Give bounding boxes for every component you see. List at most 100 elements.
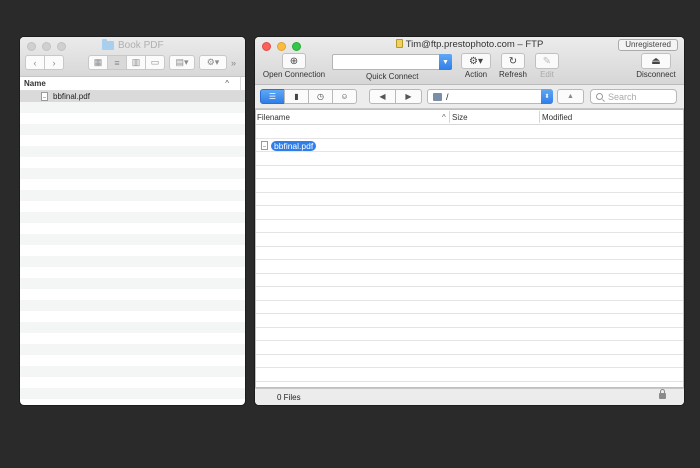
gallery-view-button[interactable]: ▭ bbox=[145, 55, 165, 70]
empty-row bbox=[256, 301, 683, 314]
refresh-button[interactable]: ↻ Refresh bbox=[497, 53, 529, 79]
list-item[interactable]: bbfinal.pdf bbox=[20, 91, 245, 102]
zoom-button[interactable] bbox=[57, 42, 66, 51]
clock-icon: ◷ bbox=[317, 92, 324, 101]
back-button[interactable]: ◀ bbox=[369, 89, 396, 104]
size-column-header[interactable]: Size bbox=[452, 113, 468, 122]
pdf-file-icon bbox=[41, 92, 48, 101]
disconnect-button[interactable]: ⏏ Disconnect bbox=[632, 53, 680, 79]
empty-row bbox=[20, 355, 245, 366]
parent-directory-button[interactable]: ▲ bbox=[557, 89, 584, 104]
empty-row bbox=[256, 179, 683, 193]
file-count: 0 Files bbox=[277, 393, 301, 402]
browser-button[interactable]: ☰ bbox=[260, 89, 285, 104]
history-button[interactable]: ◷ bbox=[308, 89, 333, 104]
document-icon bbox=[395, 39, 403, 48]
finder-file-list: bbfinal.pdf bbox=[20, 91, 245, 399]
open-connection-label: Open Connection bbox=[262, 70, 326, 79]
search-icon bbox=[596, 93, 603, 100]
remote-file-list[interactable]: Filename ^ Size Modified bbfinal.pdf bbox=[255, 109, 684, 388]
empty-row bbox=[256, 220, 683, 233]
quick-connect-field[interactable]: ▼ bbox=[332, 54, 452, 70]
search-input[interactable]: Search bbox=[590, 89, 677, 104]
action-button[interactable]: ⚙▾ Action bbox=[460, 53, 492, 79]
empty-row bbox=[256, 368, 683, 382]
bonjour-icon: ☺ bbox=[340, 92, 349, 101]
columns-icon: ▥ bbox=[131, 57, 141, 67]
filename-column-header[interactable]: Filename bbox=[257, 113, 290, 122]
empty-row bbox=[20, 322, 245, 333]
icon-view-button[interactable]: ▦ bbox=[88, 55, 108, 70]
lock-icon[interactable] bbox=[659, 389, 666, 399]
pencil-icon: ✎ bbox=[535, 53, 559, 69]
book-icon: ▮ bbox=[294, 92, 299, 101]
empty-row bbox=[256, 206, 683, 220]
empty-row bbox=[20, 245, 245, 256]
finder-title: Book PDF bbox=[102, 39, 164, 51]
chevron-left-icon: ‹ bbox=[33, 57, 37, 68]
date-column-header[interactable] bbox=[240, 77, 245, 91]
triangle-right-icon: ▶ bbox=[405, 92, 412, 101]
refresh-label: Refresh bbox=[498, 70, 527, 79]
bonjour-button[interactable]: ☺ bbox=[332, 89, 357, 104]
empty-row bbox=[20, 157, 245, 168]
empty-row bbox=[20, 102, 245, 113]
dragged-file[interactable]: bbfinal.pdf bbox=[261, 140, 317, 151]
more-toolbar-icon[interactable]: » bbox=[231, 58, 236, 68]
table-row[interactable]: bbfinal.pdf bbox=[256, 139, 683, 152]
disconnect-label: Disconnect bbox=[636, 70, 676, 79]
pdf-file-icon bbox=[261, 141, 268, 150]
empty-row bbox=[20, 344, 245, 355]
name-column-header[interactable]: Name bbox=[24, 79, 46, 88]
back-button[interactable]: ‹ bbox=[25, 55, 45, 70]
empty-row bbox=[20, 278, 245, 289]
empty-row bbox=[20, 179, 245, 190]
empty-row bbox=[256, 274, 683, 287]
group-by-button[interactable]: ▤▾ bbox=[169, 55, 195, 70]
finder-toolbar: ‹ › ▦ ≡ ▥ ▭ ▤▾ ⚙▾ » bbox=[25, 55, 245, 70]
refresh-icon: ↻ bbox=[501, 53, 525, 69]
finder-titlebar: Book PDF ‹ › ▦ ≡ ▥ ▭ ▤▾ ⚙▾ » bbox=[20, 37, 245, 77]
empty-row bbox=[256, 166, 683, 179]
disk-icon bbox=[433, 92, 442, 101]
open-connection-button[interactable]: ⊕ Open Connection bbox=[260, 53, 328, 79]
column-divider bbox=[539, 111, 540, 123]
globe-plus-icon: ⊕ bbox=[282, 53, 306, 69]
chevron-right-icon: › bbox=[52, 57, 56, 68]
edit-label: Edit bbox=[540, 70, 554, 79]
updown-icon: ⬍ bbox=[541, 89, 553, 104]
list-view-button[interactable]: ≡ bbox=[107, 55, 127, 70]
unregistered-badge[interactable]: Unregistered bbox=[618, 39, 678, 51]
empty-row bbox=[256, 233, 683, 247]
modified-column-header[interactable]: Modified bbox=[542, 113, 572, 122]
eject-icon: ⏏ bbox=[641, 53, 671, 69]
history-nav-group: ◀ ▶ bbox=[369, 89, 422, 104]
empty-row bbox=[20, 377, 245, 388]
path-popup[interactable]: / ⬍ bbox=[427, 89, 553, 104]
view-mode-group: ▦ ≡ ▥ ▭ bbox=[88, 55, 165, 70]
finder-column-header[interactable]: Name ^ bbox=[20, 77, 245, 91]
minimize-button[interactable] bbox=[42, 42, 51, 51]
empty-row bbox=[20, 256, 245, 267]
ftp-navigation-bar: ☰ ▮ ◷ ☺ ◀ ▶ / ⬍ ▲ Search bbox=[255, 85, 684, 109]
empty-row bbox=[256, 341, 683, 355]
ftp-title-text: Tim@ftp.prestophoto.com – FTP bbox=[405, 39, 544, 50]
action-menu-button[interactable]: ⚙▾ bbox=[199, 55, 227, 70]
gallery-icon: ▭ bbox=[150, 57, 160, 67]
column-view-button[interactable]: ▥ bbox=[126, 55, 146, 70]
bookmarks-button[interactable]: ▮ bbox=[284, 89, 309, 104]
empty-row bbox=[256, 260, 683, 274]
close-button[interactable] bbox=[27, 42, 36, 51]
empty-row bbox=[20, 234, 245, 245]
forward-button[interactable]: › bbox=[44, 55, 64, 70]
browser-mode-group: ☰ ▮ ◷ ☺ bbox=[260, 89, 357, 104]
empty-row bbox=[20, 190, 245, 201]
empty-row bbox=[20, 366, 245, 377]
chevron-down-icon[interactable]: ▼ bbox=[439, 54, 452, 70]
triangle-up-icon: ▲ bbox=[567, 93, 574, 100]
empty-row bbox=[20, 113, 245, 124]
empty-row bbox=[20, 267, 245, 278]
forward-button[interactable]: ▶ bbox=[395, 89, 422, 104]
edit-button[interactable]: ✎ Edit bbox=[533, 53, 561, 79]
finder-window-controls bbox=[27, 42, 66, 51]
